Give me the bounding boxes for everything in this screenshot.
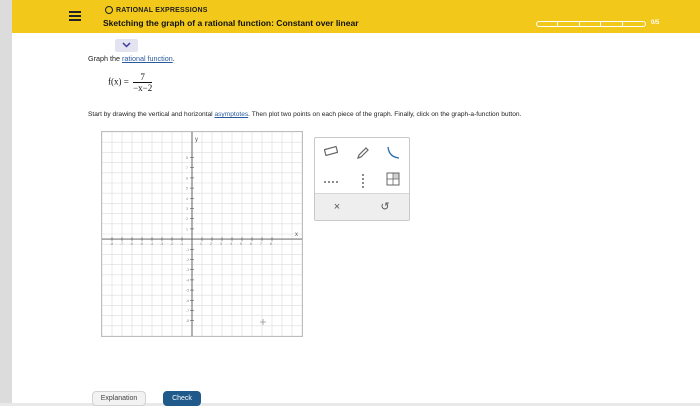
y-tick-label: 1 — [186, 227, 188, 231]
app-frame: RATIONAL EXPRESSIONS Sketching the graph… — [12, 0, 700, 406]
y-tick-label: -8 — [186, 319, 189, 323]
check-button[interactable]: Check — [163, 391, 201, 406]
y-tick-label: -6 — [186, 299, 189, 303]
rational-function-link[interactable]: rational function — [122, 54, 173, 63]
y-tick-label: 5 — [186, 187, 188, 191]
graph-function-icon[interactable] — [383, 172, 403, 188]
topic-label: RATIONAL EXPRESSIONS — [105, 6, 208, 14]
x-tick-label: -6 — [130, 242, 133, 246]
y-tick-label: 6 — [186, 176, 188, 180]
tool-palette: × ↺ — [314, 137, 410, 221]
x-tick-label: 7 — [260, 242, 262, 246]
x-tick-label: -3 — [160, 242, 163, 246]
y-tick-label: -3 — [186, 268, 189, 272]
curve-icon[interactable] — [383, 146, 403, 162]
graph-canvas[interactable]: y x -8 -7 -6 -5 -4 -3 -2 -1 1 2 3 4 5 6 7 8 8 7 6 5 4 3 2 1 -1 -2 -3… — [101, 131, 303, 337]
y-tick-label: -7 — [186, 309, 189, 313]
intro-text: Graph the rational function. — [88, 54, 175, 63]
intro-prefix: Graph the — [88, 54, 122, 63]
x-tick-label: 8 — [270, 242, 272, 246]
x-tick-label: -7 — [120, 242, 123, 246]
asymptotes-link[interactable]: asymptotes — [214, 111, 248, 118]
y-tick-label: -4 — [186, 278, 189, 282]
formula-lhs: f(x) = — [108, 76, 132, 87]
formula-denominator: −x−2 — [133, 83, 153, 93]
y-tick-label: 3 — [186, 207, 188, 211]
y-tick-label: -1 — [186, 248, 189, 252]
x-tick-label: 6 — [250, 242, 252, 246]
x-tick-label: -2 — [170, 242, 173, 246]
vertical-asymptote-icon[interactable] — [353, 174, 373, 190]
x-tick-label: 1 — [200, 242, 202, 246]
x-tick-label: -1 — [180, 242, 183, 246]
formula-numerator: 7 — [133, 72, 153, 83]
collapse-chevron-button[interactable] — [115, 39, 138, 52]
tool-actions: × ↺ — [315, 193, 409, 220]
formula-fraction: 7 −x−2 — [133, 72, 153, 93]
x-tick-label: 4 — [230, 242, 232, 246]
x-tick-label: 3 — [220, 242, 222, 246]
progress-bar — [536, 21, 646, 27]
menu-icon[interactable] — [69, 11, 81, 22]
header-bar: RATIONAL EXPRESSIONS Sketching the graph… — [12, 0, 700, 33]
y-tick-label: -2 — [186, 258, 189, 262]
y-tick-label: -5 — [186, 289, 189, 293]
dashed-line-icon[interactable] — [321, 174, 341, 190]
x-tick-label: 5 — [240, 242, 242, 246]
y-tick-label: 2 — [186, 217, 188, 221]
y-tick-label: 8 — [186, 156, 188, 160]
x-tick-label: -4 — [150, 242, 153, 246]
y-axis-label: y — [195, 137, 198, 143]
y-tick-label: 7 — [186, 166, 188, 170]
instr-prefix: Start by drawing the vertical and horizo… — [88, 111, 215, 118]
progress-count: 0/5 — [651, 20, 660, 26]
instructions-text: Start by drawing the vertical and horizo… — [88, 111, 521, 118]
x-tick-label: 2 — [210, 242, 212, 246]
undo-icon[interactable]: ↺ — [375, 199, 395, 215]
topic-circle-icon — [105, 6, 113, 14]
x-axis-label: x — [295, 232, 298, 238]
topic-text: RATIONAL EXPRESSIONS — [116, 6, 208, 14]
y-tick-label: 4 — [186, 197, 188, 201]
chevron-down-icon — [122, 42, 131, 48]
pencil-icon[interactable] — [353, 146, 373, 162]
instr-suffix: . Then plot two points on each piece of … — [248, 111, 522, 118]
x-tick-label: -5 — [140, 242, 143, 246]
function-formula: f(x) = 7 −x−2 — [108, 72, 153, 93]
eraser-icon[interactable] — [321, 145, 341, 162]
coordinate-grid[interactable]: y x -8 -7 -6 -5 -4 -3 -2 -1 1 2 3 4 5 6 7 8 8 7 6 5 4 3 2 1 -1 -2 -3… — [101, 131, 303, 337]
left-margin — [0, 0, 12, 403]
explanation-button[interactable]: Explanation — [92, 391, 146, 406]
clear-icon[interactable]: × — [327, 199, 347, 215]
intro-suffix: . — [172, 54, 175, 63]
x-tick-label: -8 — [110, 242, 113, 246]
page-title: Sketching the graph of a rational functi… — [103, 18, 359, 28]
